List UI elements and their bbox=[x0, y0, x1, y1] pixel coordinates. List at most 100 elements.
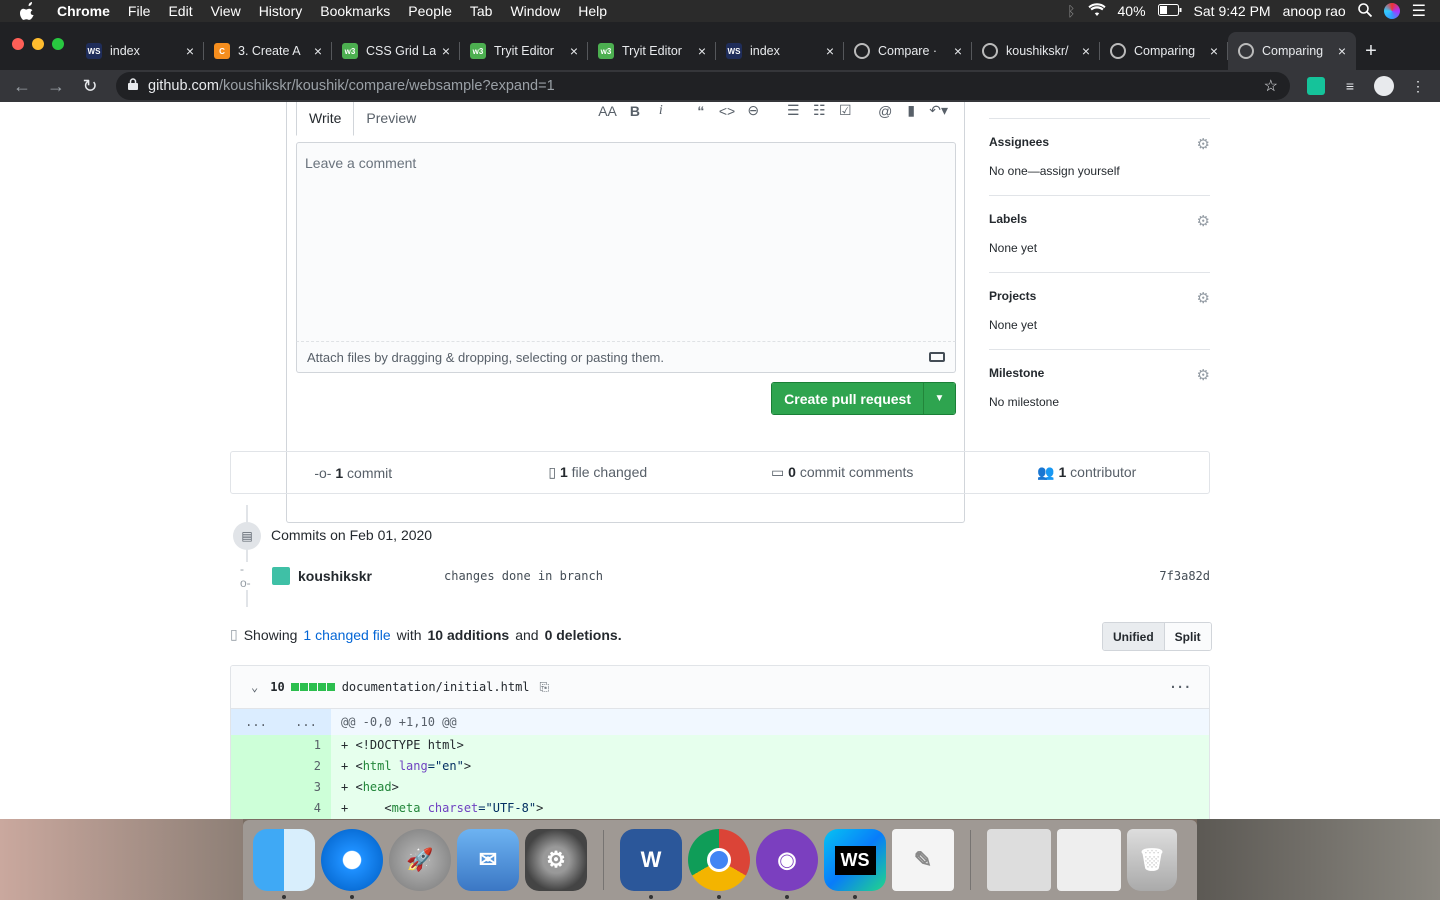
commit-sha[interactable]: 7f3a82d bbox=[1159, 569, 1210, 583]
close-tab-icon[interactable]: × bbox=[186, 43, 194, 59]
close-tab-icon[interactable]: × bbox=[314, 43, 322, 59]
heading-icon[interactable]: AA bbox=[598, 103, 617, 119]
chrome-menu-icon[interactable]: ⋮ bbox=[1404, 72, 1432, 100]
menu-bookmarks[interactable]: Bookmarks bbox=[311, 3, 399, 19]
more-options-icon[interactable]: ··· bbox=[1169, 680, 1191, 694]
chevron-down-icon[interactable]: ⌄ bbox=[251, 680, 258, 694]
close-tab-icon[interactable]: × bbox=[1082, 43, 1090, 59]
markdown-icon[interactable] bbox=[929, 352, 945, 362]
summary-commits[interactable]: -o- 1 commit bbox=[231, 465, 476, 481]
browser-tab[interactable]: Compare · × bbox=[844, 32, 972, 70]
launchpad-icon[interactable]: 🚀 bbox=[389, 829, 451, 891]
browser-tab[interactable]: WS index × bbox=[716, 32, 844, 70]
battery-icon[interactable] bbox=[1157, 3, 1182, 19]
task-list-icon[interactable]: ☑ bbox=[837, 102, 853, 119]
line-number[interactable]: 4 bbox=[281, 798, 331, 819]
summary-comments[interactable]: ▭ 0 commit comments bbox=[720, 464, 965, 481]
expand-up-icon[interactable]: ... bbox=[231, 709, 281, 735]
siri-icon[interactable] bbox=[1383, 3, 1400, 19]
browser-tab[interactable]: w3 Tryit Editor × bbox=[460, 32, 588, 70]
new-tab-button[interactable]: + bbox=[1356, 32, 1386, 70]
reload-icon[interactable]: ↻ bbox=[76, 72, 104, 100]
commit-author[interactable]: koushikskr bbox=[298, 568, 444, 584]
line-number[interactable]: 1 bbox=[281, 735, 331, 756]
file-path[interactable]: documentation/initial.html bbox=[342, 680, 530, 694]
summary-contributors[interactable]: 👥 1 contributor bbox=[965, 464, 1210, 481]
system-preferences-icon[interactable]: ⚙ bbox=[525, 829, 587, 891]
back-icon[interactable]: ← bbox=[8, 72, 36, 100]
browser-tab[interactable]: w3 CSS Grid La × bbox=[332, 32, 460, 70]
link-icon[interactable]: ⊖ bbox=[745, 102, 761, 119]
menu-help[interactable]: Help bbox=[569, 3, 616, 19]
menu-view[interactable]: View bbox=[202, 3, 250, 19]
gear-icon[interactable]: ⚙ bbox=[1197, 212, 1210, 230]
mail-icon[interactable]: ✉ bbox=[457, 829, 519, 891]
sidebar-heading[interactable]: Projects bbox=[989, 289, 1210, 303]
comment-textarea[interactable]: Leave a comment bbox=[296, 142, 956, 342]
safari-icon[interactable] bbox=[321, 829, 383, 899]
browser-tab[interactable]: koushikskr/ × bbox=[972, 32, 1100, 70]
menu-tab[interactable]: Tab bbox=[461, 3, 502, 19]
tab-write[interactable]: Write bbox=[296, 102, 355, 136]
maximize-window-button[interactable] bbox=[52, 38, 64, 50]
reply-icon[interactable]: ↶▾ bbox=[929, 102, 948, 119]
minimized-window-icon[interactable] bbox=[1057, 829, 1121, 891]
menu-window[interactable]: Window bbox=[501, 3, 569, 19]
word-icon[interactable]: W bbox=[620, 829, 682, 899]
reference-icon[interactable]: ▮ bbox=[903, 102, 919, 119]
close-tab-icon[interactable]: × bbox=[954, 43, 962, 59]
commit-message[interactable]: changes done in branch bbox=[444, 569, 603, 583]
mention-icon[interactable]: @ bbox=[877, 103, 893, 119]
italic-icon[interactable]: i bbox=[653, 103, 669, 119]
browser-tab[interactable]: w3 Tryit Editor × bbox=[588, 32, 716, 70]
gear-icon[interactable]: ⚙ bbox=[1197, 289, 1210, 307]
browser-tab[interactable]: WS index × bbox=[76, 32, 204, 70]
browser-tab[interactable]: Comparing × bbox=[1100, 32, 1228, 70]
gear-icon[interactable]: ⚙ bbox=[1197, 366, 1210, 384]
textedit-icon[interactable]: ✎ bbox=[892, 829, 954, 891]
sidebar-heading[interactable]: Labels bbox=[989, 212, 1210, 226]
code-icon[interactable]: <> bbox=[719, 103, 735, 119]
gear-icon[interactable]: ⚙ bbox=[1197, 135, 1210, 153]
forward-icon[interactable]: → bbox=[42, 72, 70, 100]
menu-file[interactable]: File bbox=[119, 3, 160, 19]
menubar-user[interactable]: anoop rao bbox=[1283, 3, 1346, 19]
bookmark-star-icon[interactable]: ☆ bbox=[1264, 76, 1278, 96]
changed-file-link[interactable]: 1 changed file bbox=[303, 627, 390, 643]
summary-files[interactable]: ▯ 1 file changed bbox=[476, 464, 721, 481]
close-tab-icon[interactable]: × bbox=[1338, 43, 1346, 59]
caret-down-icon[interactable]: ▼ bbox=[923, 383, 955, 414]
expand-down-icon[interactable]: ... bbox=[281, 709, 331, 735]
tab-preview[interactable]: Preview bbox=[354, 102, 428, 136]
chrome-icon[interactable] bbox=[688, 829, 750, 899]
sidebar-heading[interactable]: Assignees bbox=[989, 135, 1210, 149]
github-desktop-icon[interactable]: ◉ bbox=[756, 829, 818, 899]
menubar-clock[interactable]: Sat 9:42 PM bbox=[1194, 3, 1271, 19]
unified-button[interactable]: Unified bbox=[1103, 623, 1165, 650]
extension-icon[interactable] bbox=[1302, 72, 1330, 100]
spotlight-search-icon[interactable] bbox=[1357, 2, 1372, 20]
menu-app-name[interactable]: Chrome bbox=[48, 3, 119, 19]
line-number[interactable]: 3 bbox=[281, 777, 331, 798]
close-tab-icon[interactable]: × bbox=[442, 43, 450, 59]
apple-icon[interactable] bbox=[20, 2, 38, 20]
sidebar-value[interactable]: No one—assign yourself bbox=[989, 164, 1210, 178]
menu-edit[interactable]: Edit bbox=[159, 3, 201, 19]
lock-icon[interactable] bbox=[128, 78, 138, 94]
split-button[interactable]: Split bbox=[1164, 623, 1211, 650]
webstorm-icon[interactable]: WS bbox=[824, 829, 886, 899]
browser-tab[interactable]: C 3. Create A × bbox=[204, 32, 332, 70]
close-window-button[interactable] bbox=[12, 38, 24, 50]
line-number[interactable]: 2 bbox=[281, 756, 331, 777]
create-pull-request-button[interactable]: Create pull request bbox=[772, 383, 923, 414]
trash-icon[interactable]: 🗑 bbox=[1127, 829, 1177, 891]
numbered-list-icon[interactable]: ☷ bbox=[811, 102, 827, 119]
wifi-icon[interactable] bbox=[1087, 2, 1106, 20]
menu-people[interactable]: People bbox=[399, 3, 461, 19]
minimize-window-button[interactable] bbox=[32, 38, 44, 50]
bluetooth-icon[interactable]: ᛒ bbox=[1067, 3, 1075, 19]
profile-avatar[interactable] bbox=[1370, 72, 1398, 100]
notification-center-icon[interactable]: ☰ bbox=[1412, 1, 1426, 21]
close-tab-icon[interactable]: × bbox=[826, 43, 834, 59]
close-tab-icon[interactable]: × bbox=[698, 43, 706, 59]
